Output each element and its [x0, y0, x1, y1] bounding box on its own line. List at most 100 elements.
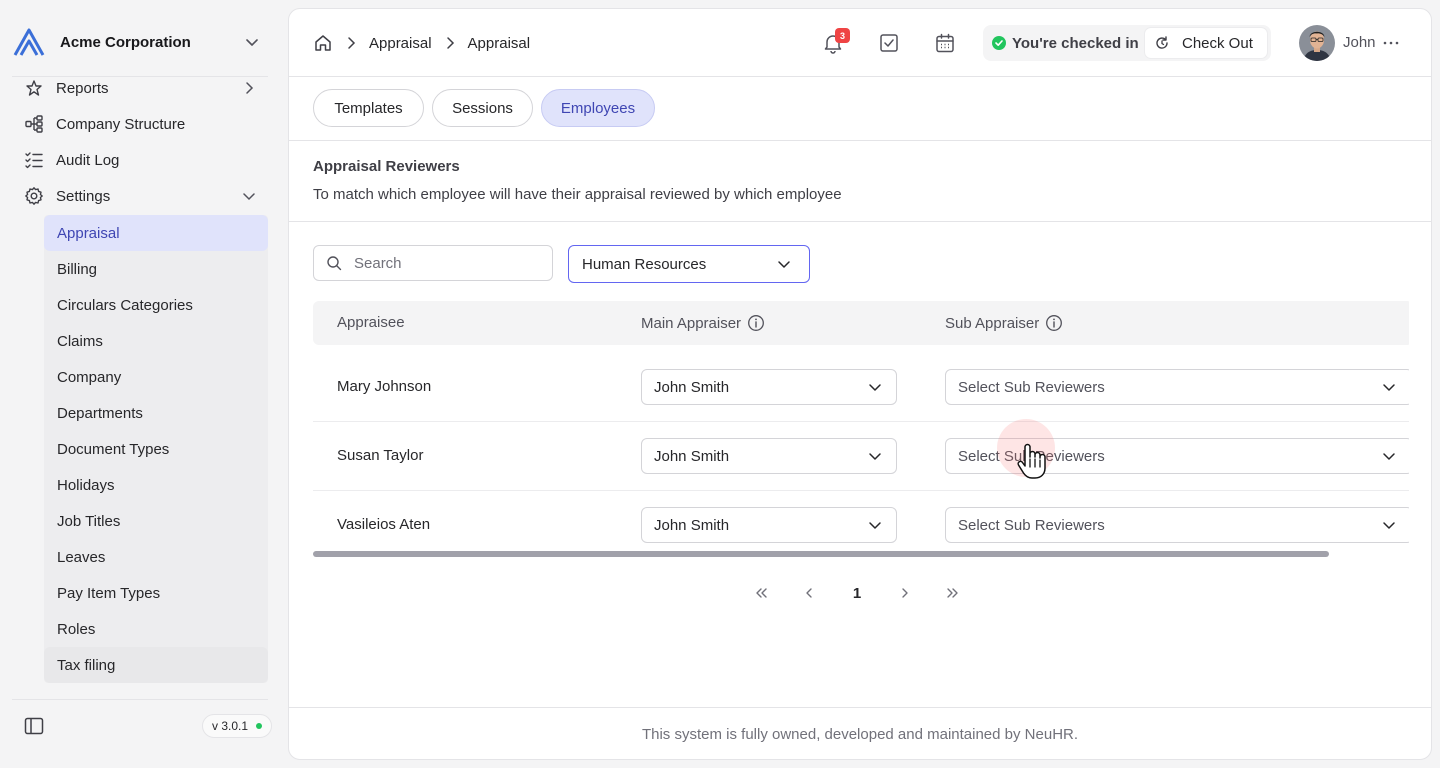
- breadcrumb-item[interactable]: Appraisal: [369, 35, 432, 52]
- search-input[interactable]: [354, 254, 534, 272]
- table-header: Appraisee Main Appraiser Sub Appraiser: [313, 301, 1409, 345]
- tab-bar: Templates Sessions Employees: [289, 77, 1431, 141]
- chevron-right-icon: [348, 37, 356, 49]
- main-appraiser-select[interactable]: John Smith: [641, 438, 897, 474]
- status-dot: [256, 723, 263, 729]
- appraisee-name: Vasileios Aten: [337, 516, 431, 533]
- chevron-down-icon: [1383, 384, 1395, 391]
- page-number[interactable]: 1: [845, 581, 869, 605]
- sidebar-item-settings[interactable]: Settings: [12, 178, 268, 214]
- select-placeholder: Select Sub Reviewers: [958, 516, 1105, 534]
- department-select[interactable]: Human Resources: [568, 245, 810, 283]
- list-checks-icon: [24, 150, 44, 170]
- chevron-down-icon: [778, 261, 790, 268]
- main-appraiser-select[interactable]: John Smith: [641, 507, 897, 543]
- section-title: Appraisal Reviewers: [313, 158, 460, 175]
- avatar[interactable]: [1299, 25, 1335, 61]
- sidebar-item-holidays[interactable]: Holidays: [44, 467, 268, 503]
- sidebar-item-appraisal[interactable]: Appraisal: [44, 215, 268, 251]
- sidebar-item-leaves[interactable]: Leaves: [44, 539, 268, 575]
- tab-templates[interactable]: Templates: [313, 89, 424, 127]
- sidebar-item-document-types[interactable]: Document Types: [44, 431, 268, 467]
- notification-badge: 3: [835, 28, 850, 43]
- chevron-left-icon: [806, 588, 812, 598]
- sidebar-nav: Reports Company Structure Audit Log Sett…: [0, 77, 288, 697]
- org-name: Acme Corporation: [60, 33, 191, 51]
- chevrons-right-icon: [947, 588, 958, 598]
- prev-page-button[interactable]: [797, 581, 821, 605]
- sidebar-item-circulars-categories[interactable]: Circulars Categories: [44, 287, 268, 323]
- checked-in-status: You're checked in: [1012, 34, 1139, 52]
- sidebar-item-label: Settings: [56, 187, 111, 205]
- sidebar-item-audit-log[interactable]: Audit Log: [12, 142, 268, 178]
- search-field[interactable]: [313, 245, 553, 281]
- breadcrumb: Appraisal Appraisal: [313, 31, 530, 55]
- info-icon[interactable]: [1045, 314, 1063, 332]
- chevron-right-icon: [902, 588, 908, 598]
- appraisee-name: Susan Taylor: [337, 447, 424, 464]
- column-header-appraisee: Appraisee: [337, 314, 405, 331]
- attendance-status: You're checked in Check Out: [983, 25, 1271, 61]
- home-icon[interactable]: [313, 33, 333, 53]
- chevron-down-icon: [243, 193, 255, 201]
- chevron-down-icon: [1383, 453, 1395, 460]
- select-value: John Smith: [654, 447, 730, 465]
- sidebar-item-reports[interactable]: Reports: [12, 77, 268, 106]
- sidebar-item-roles[interactable]: Roles: [44, 611, 268, 647]
- main-panel: Appraisal Appraisal 3 You're checked in: [288, 8, 1432, 760]
- table-row: Mary Johnson John Smith Select Sub Revie…: [313, 353, 1409, 422]
- user-name[interactable]: John: [1343, 34, 1376, 51]
- more-horizontal-icon[interactable]: [1381, 33, 1401, 53]
- horizontal-scrollbar[interactable]: [313, 551, 1329, 557]
- sub-appraiser-select[interactable]: Select Sub Reviewers: [945, 507, 1409, 543]
- chevrons-left-icon: [756, 588, 767, 598]
- column-label: Sub Appraiser: [945, 314, 1040, 332]
- chevron-down-icon: [869, 522, 881, 529]
- check-circle-icon: [992, 36, 1006, 50]
- version-text: v 3.0.1: [212, 719, 249, 733]
- sub-appraiser-select[interactable]: Select Sub Reviewers: [945, 438, 1409, 474]
- tab-employees[interactable]: Employees: [541, 89, 655, 127]
- column-label: Appraisee: [337, 314, 405, 331]
- sidebar-item-label: Audit Log: [56, 151, 120, 169]
- main-appraiser-select[interactable]: John Smith: [641, 369, 897, 405]
- org-switcher[interactable]: Acme Corporation: [12, 24, 268, 60]
- section-description: To match which employee will have their …: [313, 186, 842, 203]
- sidebar-toggle-icon[interactable]: [22, 714, 46, 738]
- last-page-button[interactable]: [941, 581, 965, 605]
- column-header-main-appraiser: Main Appraiser: [641, 314, 765, 332]
- sidebar-item-tax-filing[interactable]: Tax filing: [44, 647, 268, 683]
- department-value: Human Resources: [582, 255, 707, 273]
- section-header: Appraisal Reviewers To match which emplo…: [289, 141, 1431, 222]
- sidebar-divider: [12, 699, 268, 700]
- sidebar-item-job-titles[interactable]: Job Titles: [44, 503, 268, 539]
- check-out-button[interactable]: Check Out: [1145, 28, 1267, 58]
- sidebar-item-pay-item-types[interactable]: Pay Item Types: [44, 575, 268, 611]
- top-bar: Appraisal Appraisal 3 You're checked in: [289, 9, 1431, 77]
- sidebar-item-claims[interactable]: Claims: [44, 323, 268, 359]
- pagination: 1: [749, 581, 965, 605]
- sidebar-item-label: Company Structure: [56, 115, 186, 133]
- next-page-button[interactable]: [893, 581, 917, 605]
- sub-appraiser-select[interactable]: Select Sub Reviewers: [945, 369, 1409, 405]
- chevron-down-icon: [869, 384, 881, 391]
- acme-logo-icon: [13, 28, 45, 56]
- calendar-icon[interactable]: [934, 32, 956, 54]
- task-check-icon[interactable]: [878, 32, 900, 54]
- sidebar-item-departments[interactable]: Departments: [44, 395, 268, 431]
- sidebar-item-billing[interactable]: Billing: [44, 251, 268, 287]
- page-footer: This system is fully owned, developed an…: [289, 707, 1431, 759]
- reviewers-table: Appraisee Main Appraiser Sub Appraiser M…: [313, 301, 1409, 559]
- tab-sessions[interactable]: Sessions: [432, 89, 533, 127]
- sidebar-item-company-structure[interactable]: Company Structure: [12, 106, 268, 142]
- star-icon: [24, 78, 44, 98]
- first-page-button[interactable]: [749, 581, 773, 605]
- refresh-clock-icon: [1156, 36, 1168, 49]
- info-icon[interactable]: [747, 314, 765, 332]
- user-photo-icon: [1299, 25, 1335, 61]
- column-label: Main Appraiser: [641, 314, 742, 332]
- sidebar-item-company[interactable]: Company: [44, 359, 268, 395]
- sidebar: Acme Corporation Reports Company Structu…: [0, 0, 288, 768]
- sidebar-item-label: Reports: [56, 79, 109, 97]
- search-icon: [327, 256, 342, 271]
